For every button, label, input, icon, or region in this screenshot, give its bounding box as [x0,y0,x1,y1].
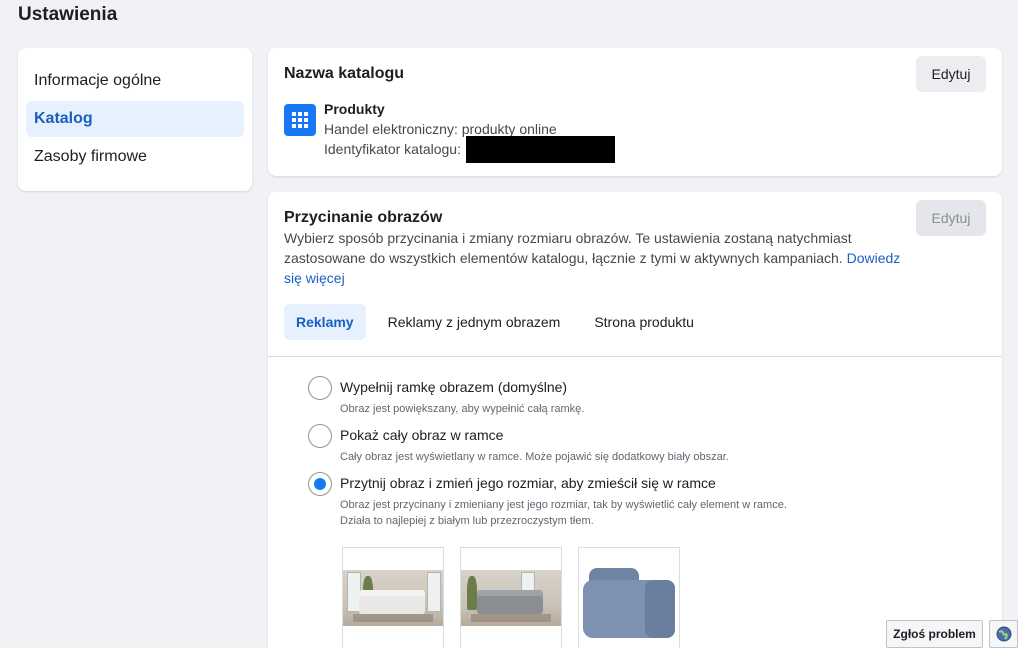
preview-image-living-room-white-sofa [342,547,444,648]
tabs-divider [268,356,1002,357]
crop-description: Wybierz sposób przycinania i zmiany rozm… [284,228,914,288]
catalog-type: Handel elektroniczny: produkty online [324,121,557,137]
settings-sidebar: Informacje ogólne Katalog Zasoby firmowe [18,48,252,191]
tab-product-page[interactable]: Strona produktu [582,304,706,340]
fill-frame-description: Obraz jest powiększany, aby wypełnić cał… [340,403,585,415]
report-problem-button[interactable]: Zgłoś problem [886,620,983,648]
language-button[interactable] [989,620,1018,648]
crop-resize-label: Przytnij obraz i zmień jego rozmiar, aby… [340,475,716,491]
globe-icon [996,626,1011,642]
show-full-radio[interactable] [308,424,332,448]
preview-image-living-room-grey-sofa [460,547,562,648]
image-crop-card: Przycinanie obrazów Edytuj Wybierz sposó… [268,192,1002,648]
catalog-name-card: Nazwa katalogu Edytuj Produkty Handel el… [268,48,1002,176]
sidebar-item-catalog[interactable]: Katalog [26,101,244,137]
crop-tabs: Reklamy Reklamy z jednym obrazem Strona … [284,304,716,340]
show-full-label: Pokaż cały obraz w ramce [340,427,504,443]
tab-single-image-ads[interactable]: Reklamy z jednym obrazem [376,304,573,340]
fill-frame-radio[interactable] [308,376,332,400]
fill-frame-label: Wypełnij ramkę obrazem (domyślne) [340,379,568,395]
catalog-id-label: Identyfikator katalogu: [324,141,461,157]
crop-resize-radio[interactable] [308,472,332,496]
crop-description-text: Wybierz sposób przycinania i zmiany rozm… [284,230,852,266]
preview-image-blue-armchair [578,547,680,648]
sidebar-item-business-assets[interactable]: Zasoby firmowe [26,139,244,175]
catalog-grid-icon [284,104,316,136]
show-full-description: Cały obraz jest wyświetlany w ramce. Moż… [340,451,729,463]
crop-card-title: Przycinanie obrazów [284,209,443,226]
page-title: Ustawienia [18,4,118,25]
edit-catalog-button[interactable]: Edytuj [916,56,986,92]
sidebar-item-general-info[interactable]: Informacje ogólne [26,63,244,99]
edit-crop-button[interactable]: Edytuj [916,200,986,236]
catalog-name: Produkty [324,101,385,117]
catalog-id-redacted [466,136,615,163]
crop-resize-description: Obraz jest przycinany i zmieniany jest j… [340,499,787,527]
catalog-card-title: Nazwa katalogu [284,65,405,82]
tab-ads[interactable]: Reklamy [284,304,366,340]
